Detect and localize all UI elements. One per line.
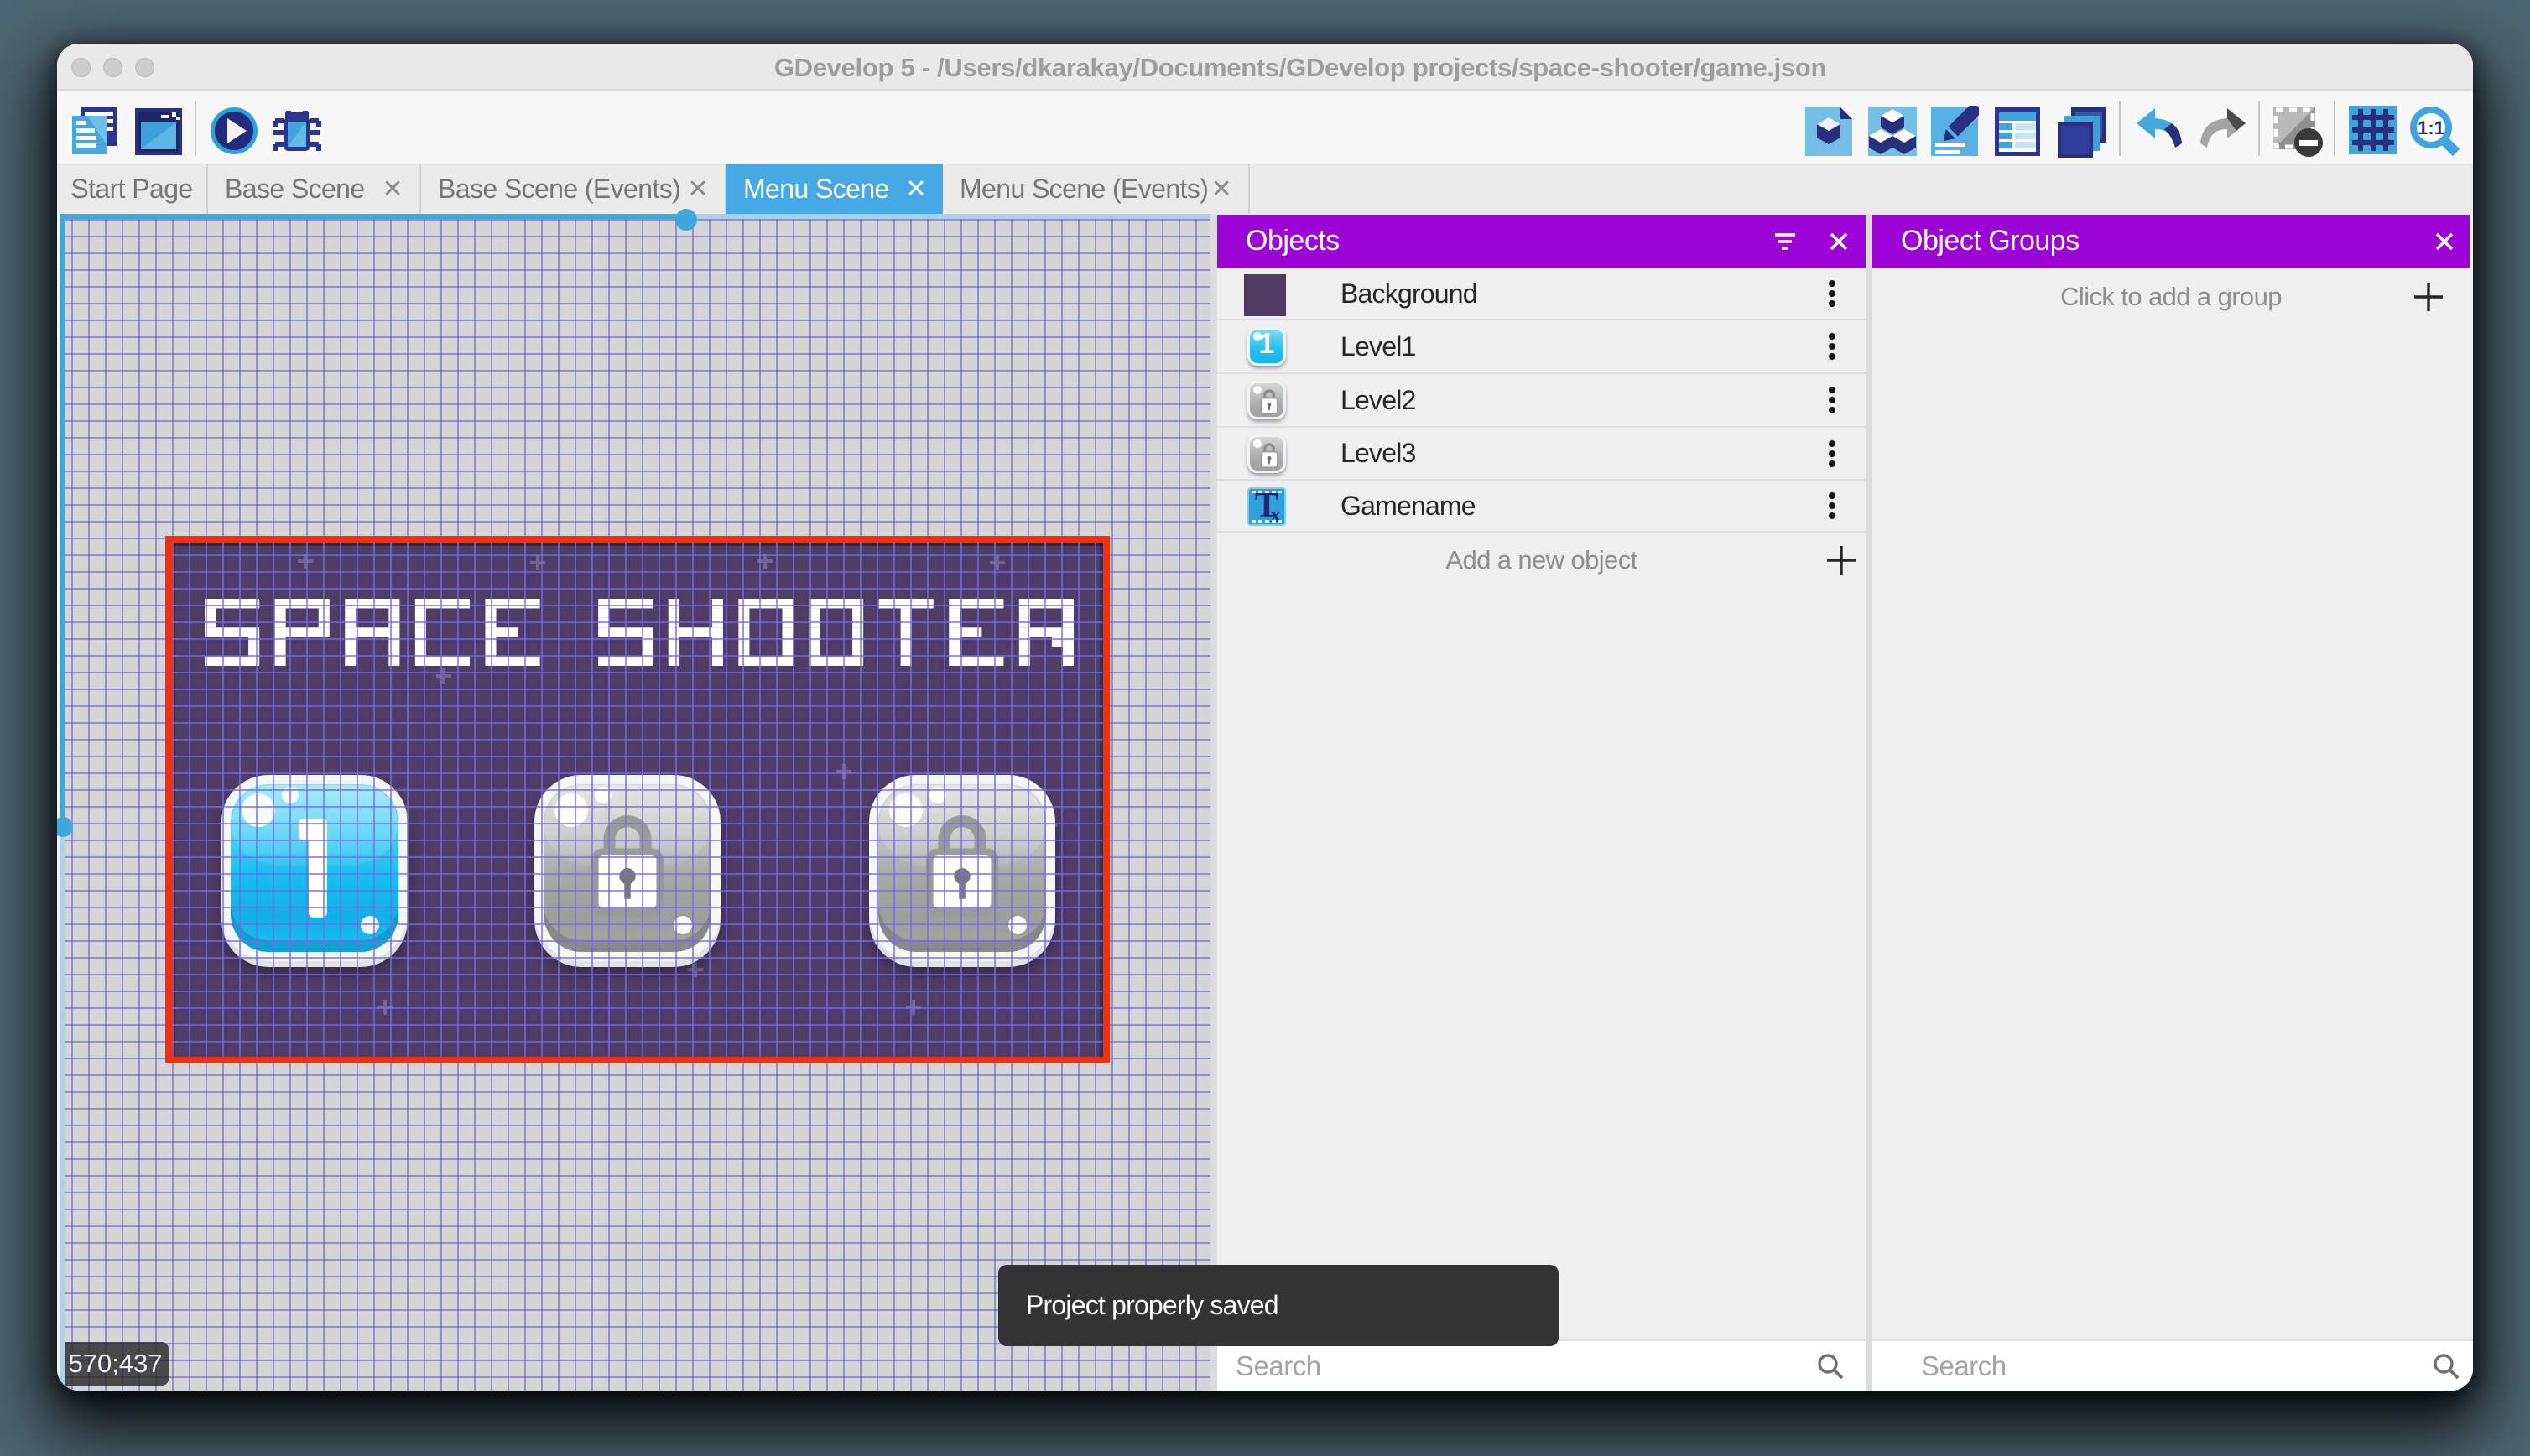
svg-text:1:1: 1:1 — [2418, 117, 2444, 138]
